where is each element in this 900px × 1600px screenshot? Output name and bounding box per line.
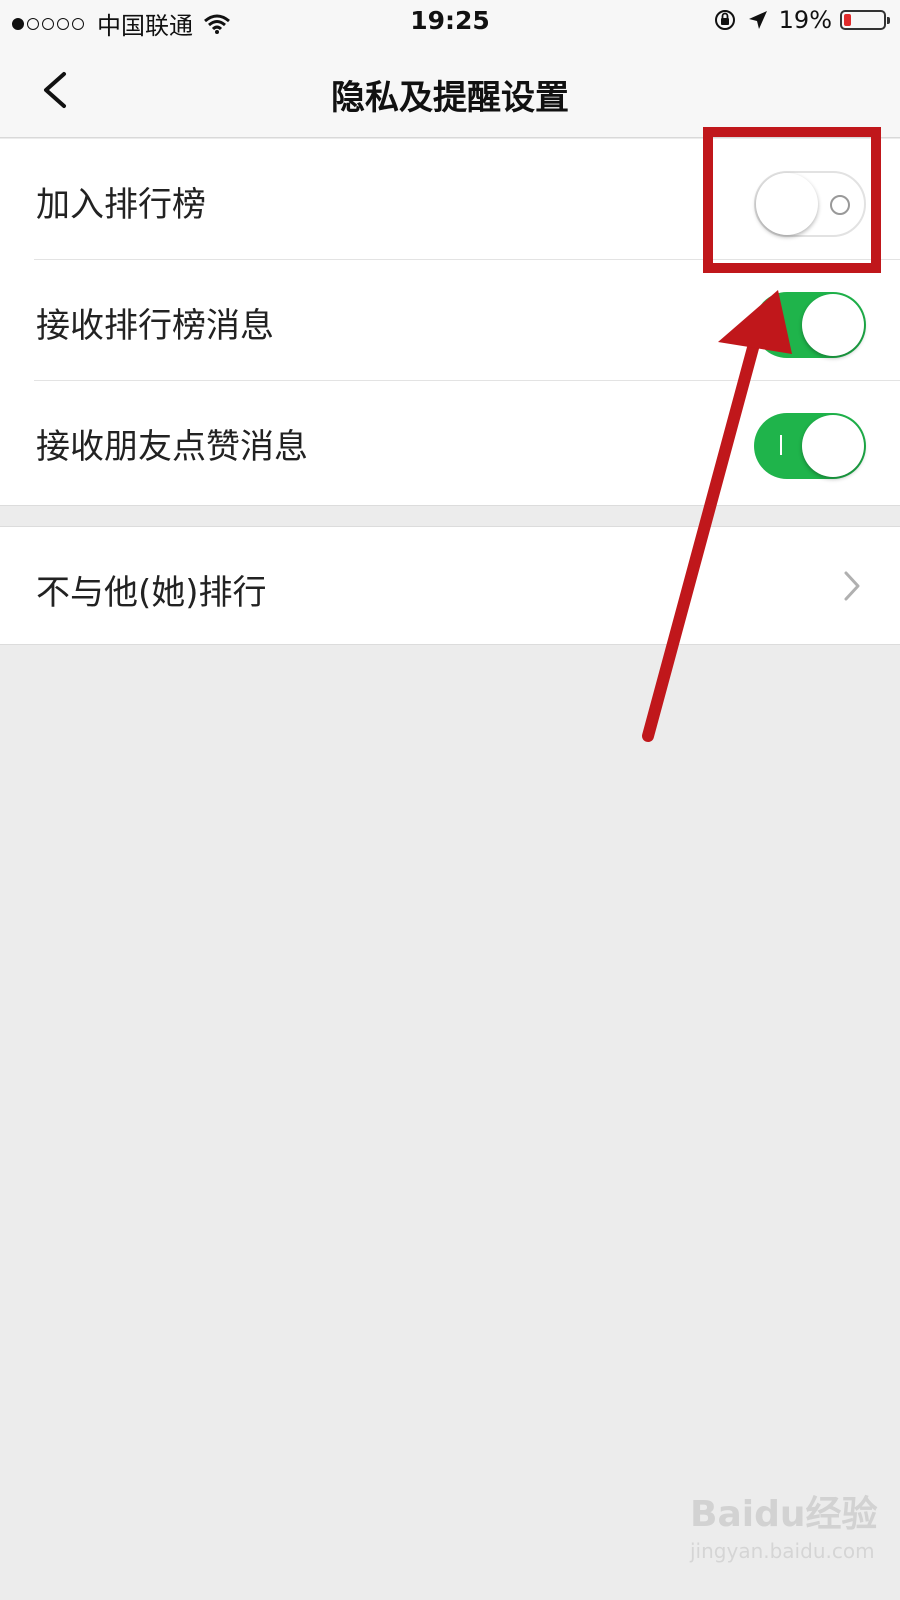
chevron-right-icon xyxy=(844,571,860,601)
toggle-knob xyxy=(802,415,864,477)
setting-label: 接收朋友点赞消息 xyxy=(36,427,308,467)
like-messages-toggle[interactable] xyxy=(754,413,866,479)
watermark-sub: jingyan.baidu.com xyxy=(690,1539,875,1563)
page-title: 隐私及提醒设置 xyxy=(331,78,569,118)
status-bar: 中国联通 19:25 19% xyxy=(0,0,900,42)
status-right: 19% xyxy=(713,6,890,34)
battery-percent: 19% xyxy=(778,6,832,34)
setting-row-ranking-messages[interactable]: 接收排行榜消息 xyxy=(0,260,900,381)
watermark: Baidu经验 jingyan.baidu.com xyxy=(690,1485,890,1585)
annotation-highlight-box xyxy=(703,127,881,273)
toggle-on-indicator-icon xyxy=(780,314,782,334)
battery-fill xyxy=(844,14,851,26)
setting-label: 接收排行榜消息 xyxy=(36,306,274,346)
nav-bar: 隐私及提醒设置 xyxy=(0,42,900,138)
setting-label: 加入排行榜 xyxy=(36,185,206,225)
setting-row-like-messages[interactable]: 接收朋友点赞消息 xyxy=(0,381,900,502)
watermark-logo: Baidu经验 xyxy=(690,1494,878,1535)
ranking-messages-toggle[interactable] xyxy=(754,292,866,358)
location-arrow-icon xyxy=(748,11,767,29)
link-row-exclude-ranking[interactable]: 不与他(她)排行 xyxy=(0,527,900,646)
link-label: 不与他(她)排行 xyxy=(36,573,267,613)
toggle-knob xyxy=(802,294,864,356)
toggle-on-indicator-icon xyxy=(780,435,782,455)
orientation-lock-icon xyxy=(714,10,735,30)
settings-group-links: 不与他(她)排行 xyxy=(0,526,900,645)
battery-icon xyxy=(840,10,890,30)
